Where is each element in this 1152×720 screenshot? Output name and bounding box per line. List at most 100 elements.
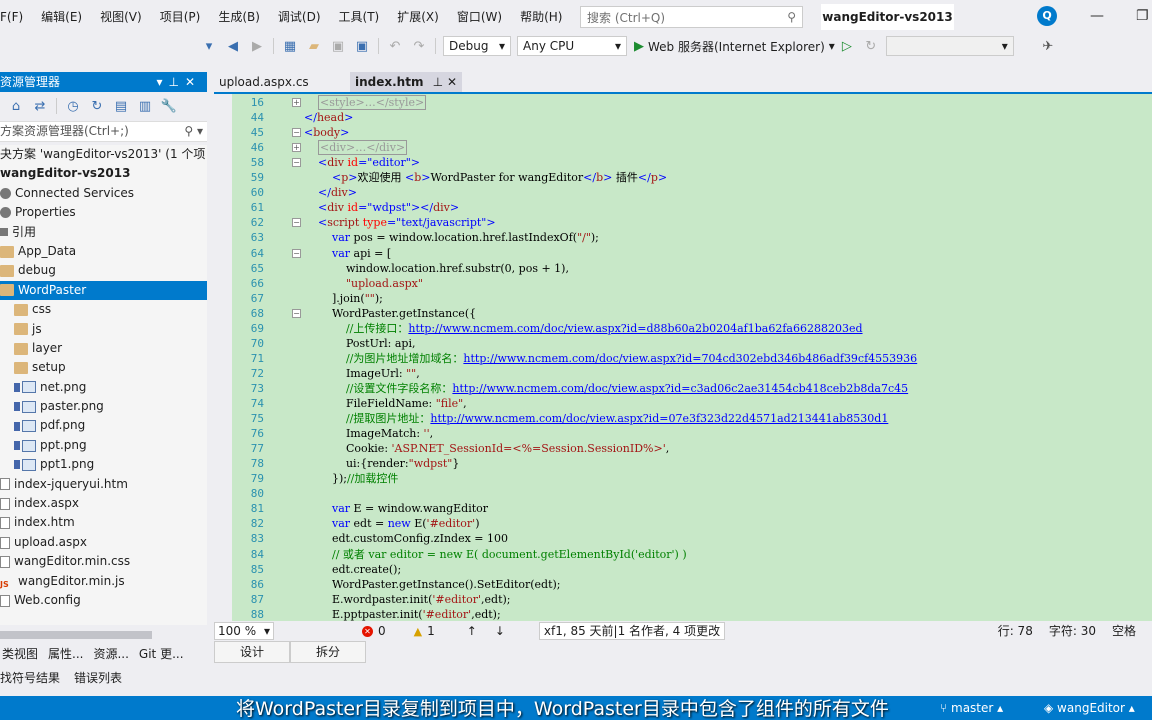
search-box[interactable]: 搜索 (Ctrl+Q) ⚲ [580,6,803,28]
line-number: 71 [250,351,264,365]
browser-link-icon[interactable]: ↻ [862,37,880,55]
menu-item-8[interactable]: 窗口(W) [448,0,511,34]
platform-select[interactable]: Any CPU ▾ [517,36,627,56]
tree-item[interactable]: Web.config [0,591,207,610]
run-button[interactable]: ▶ Web 服务器(Internet Explorer) ▾ [634,38,835,55]
config-select[interactable]: Debug ▾ [443,36,511,56]
panel-tab[interactable]: 类视图 [0,643,46,665]
show-all-files-icon[interactable]: ▥ [136,97,154,115]
tab-upload-aspx-cs[interactable]: upload.aspx.cs [214,72,350,92]
switch-view-icon[interactable]: ⇄ [31,97,49,115]
overflow-icon[interactable]: ▾ [200,37,218,55]
tab-index-htm[interactable]: index.htm ⊥ ✕ [350,72,462,92]
code-line: 82 var edt = new E('#editor') [214,516,1152,531]
undo-icon[interactable]: ↶ [386,37,404,55]
tree-item[interactable]: debug [0,261,207,280]
new-project-icon[interactable]: ▦ [281,37,299,55]
tree-item[interactable]: index.htm [0,513,207,532]
collapse-all-icon[interactable]: ▤ [112,97,130,115]
open-folder-icon[interactable]: ▰ [305,37,323,55]
tab-design[interactable]: 设计 [214,641,290,663]
output-tab[interactable]: 错误列表 [74,667,136,689]
code-text: </head> [304,111,354,125]
tree-item[interactable]: net.png [0,378,207,397]
tree-item[interactable]: JS wangEditor.min.js [0,572,207,591]
zoom-select[interactable]: 100 % ▾ [214,622,274,640]
menu-item-2[interactable]: 视图(V) [91,0,151,34]
pin-icon[interactable]: ⊥ [433,75,443,89]
tree-item[interactable]: setup [0,358,207,377]
save-icon[interactable]: ▣ [329,37,347,55]
tree-item[interactable]: 夬方案 'wangEditor-vs2013' (1 个项目 [0,145,207,164]
empty-select[interactable]: ▾ [885,36,1014,56]
tree-item-label: layer [32,340,63,355]
close-icon[interactable]: ✕ [447,75,457,89]
collapse-icon[interactable]: − [292,308,301,318]
expand-icon[interactable]: + [292,143,301,153]
tree-item[interactable]: 引用 [0,223,207,242]
tree-item[interactable]: ppt.png [0,436,207,455]
menu-item-1[interactable]: 编辑(E) [32,0,91,34]
tree-item[interactable]: index-jqueryui.htm [0,475,207,494]
panel-tab[interactable]: 资源... [91,643,136,665]
tree-item[interactable]: wangEditor-vs2013 [0,164,207,183]
collapse-icon[interactable]: − [292,128,301,138]
refresh-icon[interactable]: ↻ [88,97,106,115]
menu-item-4[interactable]: 生成(B) [209,0,269,34]
menu-item-7[interactable]: 扩展(X) [388,0,448,34]
menu-item-0[interactable]: F(F) [0,0,32,34]
restore-icon[interactable]: ❐ [1136,8,1149,24]
menu-item-9[interactable]: 帮助(H) [511,0,571,34]
tree-item[interactable]: layer [0,339,207,358]
git-codelens[interactable]: xf1, 85 天前|1 名作者, 4 项更改 [538,622,726,640]
solution-search[interactable]: 方案资源管理器(Ctrl+;) ⚲ ▾ [0,121,207,142]
code-editor[interactable]: 16 + <style>…</style> 44 </head> 45− <body> 46… [214,94,1152,621]
user-avatar-icon[interactable]: Q [1037,6,1057,26]
tree-item[interactable]: wangEditor.min.css [0,552,207,571]
output-tab[interactable]: 找符号结果 [0,667,74,689]
menu-item-6[interactable]: 工具(T) [330,0,389,34]
repo-selector[interactable]: ◈ wangEditor ▴ [1044,696,1135,720]
forward-icon[interactable]: ▶ [248,37,266,55]
panel-controls[interactable]: ▾⊥✕ [156,72,207,92]
tree-item[interactable]: css [0,300,207,319]
warning-icon[interactable]: ▲ [414,625,422,638]
collapse-icon[interactable]: − [292,158,301,168]
tree-item[interactable]: WordPaster [0,280,207,301]
tree-item[interactable]: App_Data [0,242,207,261]
pin-icon[interactable]: ✈ [1039,37,1057,55]
code-line: 86 WordPaster.getInstance().SetEditor(ed… [214,577,1152,592]
menu-item-3[interactable]: 项目(P) [151,0,210,34]
arrow-down-icon[interactable]: ↓ [495,624,505,638]
collapse-icon[interactable]: − [292,248,301,258]
start-without-debug-icon[interactable]: ▷ [838,37,856,55]
menu-item-5[interactable]: 调试(D) [269,0,330,34]
redo-icon[interactable]: ↷ [410,37,428,55]
tab-split[interactable]: 拆分 [290,641,366,663]
panel-tab[interactable]: Git 更... [137,643,192,665]
horizontal-scrollbar[interactable] [0,631,152,639]
branch-selector[interactable]: ⑂ master ▴ [940,696,1003,720]
tree-item[interactable]: js [0,320,207,339]
tree-item[interactable]: Properties [0,203,207,222]
expand-icon[interactable]: + [292,98,301,107]
tree-item[interactable]: upload.aspx [0,533,207,552]
save-all-icon[interactable]: ▣ [353,37,371,55]
search-input[interactable]: 搜索 (Ctrl+Q) [587,9,665,26]
minimize-icon[interactable]: — [1090,8,1104,24]
tree-item[interactable]: paster.png [0,397,207,416]
tree-item[interactable]: pdf.png [0,416,207,435]
home-icon[interactable]: ⌂ [7,97,25,115]
panel-tab[interactable]: 属性... [46,643,91,665]
arrow-up-icon[interactable]: ↑ [467,624,477,638]
code-line: 71 //为图片地址增加域名：http://www.ncmem.com/doc/… [214,351,1152,366]
code-line: 68 − WordPaster.getInstance({ [214,306,1152,321]
tree-item[interactable]: index.aspx [0,494,207,513]
properties-icon[interactable]: 🔧 [160,97,178,115]
tree-item[interactable]: ppt1.png [0,455,207,474]
pending-changes-icon[interactable]: ◷ [64,97,82,115]
collapse-icon[interactable]: − [292,218,301,228]
back-icon[interactable]: ◀ [224,37,242,55]
tree-item[interactable]: Connected Services [0,184,207,203]
error-icon[interactable]: ✕ [362,625,373,637]
